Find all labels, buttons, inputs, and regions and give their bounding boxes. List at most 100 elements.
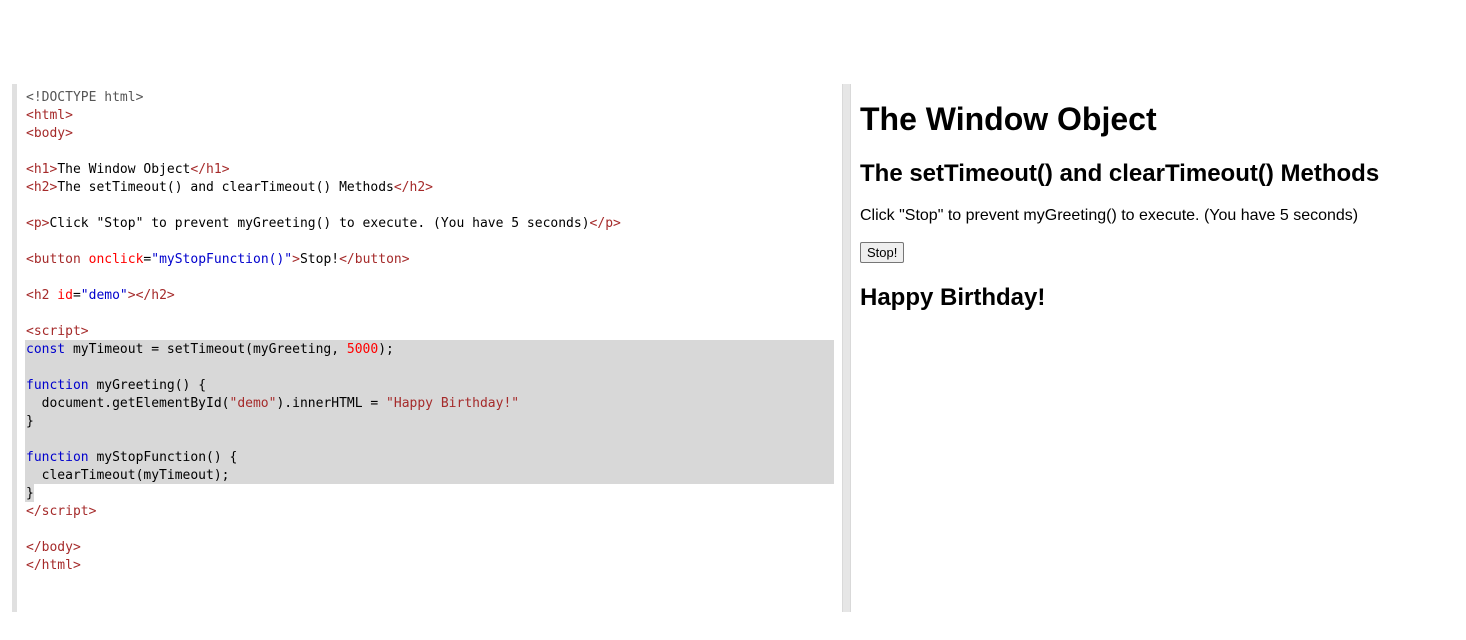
code-line: document.getElementById("demo").innerHTM… (26, 395, 621, 413)
code-line: <h1>The Window Object</h1> (26, 161, 621, 179)
code-line: <!DOCTYPE html> (26, 89, 621, 107)
code-token: body (33, 126, 66, 141)
code-token: h2 (33, 180, 50, 195)
code-token: > (166, 288, 175, 303)
code-token: ); (378, 342, 394, 357)
code-token: </ (339, 252, 355, 267)
code-token: ).innerHTML = (276, 396, 387, 411)
code-token: > (292, 252, 300, 267)
code-token: button (33, 252, 81, 267)
code-token: </ (26, 558, 42, 573)
code-content[interactable]: <!DOCTYPE html> <html> <body> <h1>The Wind… (26, 89, 621, 575)
code-editor[interactable]: <!DOCTYPE html> <html> <body> <h1>The Wind… (17, 84, 842, 612)
code-token: myStopFunction() { (88, 450, 238, 465)
code-token: "demo" (229, 396, 277, 411)
code-token: onclick (80, 252, 144, 267)
code-token: html (41, 558, 73, 573)
code-token: </ (135, 288, 152, 303)
code-line: <body> (26, 125, 621, 143)
code-line: clearTimeout(myTimeout); (26, 467, 621, 485)
code-token: h1 (206, 162, 222, 177)
code-token: > (613, 216, 621, 231)
code-token: < (26, 288, 34, 303)
code-line: <script> (26, 323, 621, 341)
code-token: myGreeting() { (88, 378, 207, 393)
result-subheading: The setTimeout() and clearTimeout() Meth… (860, 160, 1380, 187)
code-token: h1 (33, 162, 50, 177)
code-token: </ (393, 180, 410, 195)
code-line: <button onclick="myStopFunction()">Stop!… (26, 251, 621, 269)
code-token: function (26, 378, 89, 393)
code-token: </ (26, 504, 42, 519)
code-token: myTimeout = setTimeout(myGreeting, (65, 342, 347, 357)
code-token: h2 (151, 288, 167, 303)
code-token: "myStopFunction()" (151, 252, 293, 267)
code-line: </script> (26, 503, 621, 521)
code-token: "demo" (80, 288, 128, 303)
demo-heading: Happy Birthday! (860, 284, 1046, 311)
code-token: </ (190, 162, 207, 177)
code-token: > (65, 108, 73, 123)
code-token: < (26, 252, 34, 267)
code-token: > (127, 288, 136, 303)
code-line: } (26, 485, 621, 503)
code-token: p (605, 216, 614, 231)
code-line: <p>Click "Stop" to prevent myGreeting() … (26, 215, 621, 233)
code-token: const (26, 342, 66, 357)
code-token: The Window Object (57, 162, 191, 177)
result-paragraph: Click "Stop" to prevent myGreeting() to … (860, 207, 1359, 224)
code-token: p (33, 216, 42, 231)
code-token: id (49, 288, 73, 303)
code-token: h2 (409, 180, 426, 195)
code-token: < (26, 216, 34, 231)
tryit-page: <!DOCTYPE html> <html> <body> <h1>The Wind… (0, 0, 1466, 640)
code-token: < (26, 126, 34, 141)
code-line: <h2 id="demo"></h2> (26, 287, 621, 305)
code-token: > (88, 504, 97, 519)
code-token: > (221, 162, 230, 177)
pane-splitter[interactable] (842, 84, 851, 612)
code-line: function myStopFunction() { (26, 449, 621, 467)
code-line: </html> (26, 557, 621, 575)
code-token: < (26, 162, 34, 177)
code-token: > (72, 558, 81, 573)
code-token: > (80, 324, 89, 339)
code-token: < (26, 180, 34, 195)
code-token: } (26, 414, 34, 429)
code-token: Stop! (299, 252, 340, 267)
code-token: </ (26, 540, 42, 555)
code-token: clearTimeout(myTimeout); (26, 468, 230, 483)
code-token: The setTimeout() and clearTimeout() Meth… (57, 180, 394, 195)
stop-button[interactable]: Stop! (860, 242, 905, 263)
code-token: button (354, 252, 402, 267)
code-line: } (26, 413, 621, 431)
code-token: > (425, 180, 433, 195)
code-line: <html> (26, 107, 621, 125)
code-token: = (72, 288, 81, 303)
code-token: > (65, 126, 73, 141)
code-line: function myGreeting() { (26, 377, 621, 395)
result-pane: The Window Object The setTimeout() and c… (851, 84, 1466, 612)
code-token: 5000 (346, 342, 379, 357)
code-token: script (41, 504, 89, 519)
code-token: </ (589, 216, 606, 231)
code-token: html (33, 108, 66, 123)
code-line: const myTimeout = setTimeout(myGreeting,… (26, 341, 621, 359)
code-token: document.getElementById( (26, 396, 230, 411)
code-token: > (72, 540, 81, 555)
code-token: body (41, 540, 73, 555)
code-token: } (26, 486, 34, 501)
code-token: < (26, 324, 34, 339)
code-token: script (33, 324, 81, 339)
code-token: Click "Stop" to prevent myGreeting() to … (49, 216, 590, 231)
code-token: function (26, 450, 89, 465)
code-token: > (401, 252, 410, 267)
